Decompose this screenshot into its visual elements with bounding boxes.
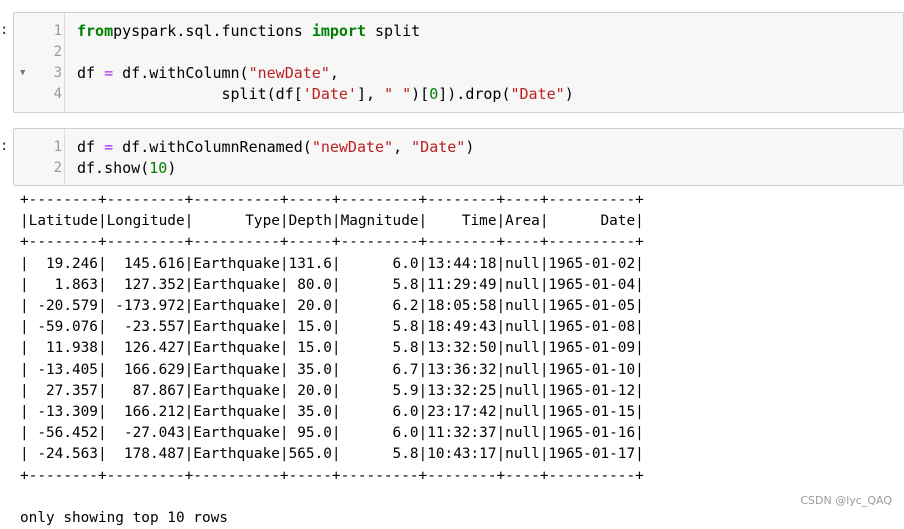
- code-token: "Date": [510, 85, 565, 103]
- line-number: 4: [53, 86, 62, 102]
- code-token: =: [104, 138, 114, 156]
- show-output-table: +--------+---------+----------+-----+---…: [20, 192, 644, 527]
- code-token: ]).drop(: [438, 85, 511, 103]
- code-token: "newDate": [248, 64, 330, 82]
- cell-2-prompt: :: [0, 138, 9, 154]
- code-token: 10: [149, 159, 168, 177]
- fold-toggle-icon[interactable]: ▼: [20, 63, 25, 84]
- code-cell-2[interactable]: 1 df = df.withColumnRenamed("newDate", "D…: [13, 128, 904, 186]
- code-line[interactable]: df = df.withColumn("newDate",: [77, 63, 339, 84]
- line-number: 1: [53, 139, 62, 155]
- code-token: ): [564, 85, 574, 103]
- code-token: )[: [411, 85, 430, 103]
- code-line[interactable]: split(df['Date'], " ")[0]).drop("Date"): [77, 84, 574, 105]
- code-token: ): [167, 159, 177, 177]
- code-token: df.withColumnRenamed(: [113, 138, 312, 156]
- code-line[interactable]: df.show(10): [77, 158, 176, 179]
- code-token: =: [104, 64, 114, 82]
- code-line[interactable]: frompyspark.sql.functions import split: [77, 21, 420, 42]
- code-token: ],: [356, 85, 385, 103]
- code-line[interactable]: df = df.withColumnRenamed("newDate", "Da…: [77, 137, 474, 158]
- code-token: " ": [384, 85, 412, 103]
- code-token: ): [465, 138, 475, 156]
- code-token: split: [366, 22, 421, 40]
- code-token: "newDate": [311, 138, 394, 156]
- line-number: 2: [53, 44, 62, 60]
- code-cell-1[interactable]: 1 frompyspark.sql.functions import split 2…: [13, 12, 904, 113]
- code-token: df: [77, 64, 105, 82]
- code-token: df.show(: [77, 159, 150, 177]
- line-number: 2: [53, 160, 62, 176]
- code-token: from: [77, 22, 114, 40]
- code-token: split(df[: [77, 85, 303, 103]
- code-token: ,: [329, 64, 339, 82]
- code-token: df.withColumn(: [113, 64, 249, 82]
- line-number: 1: [53, 23, 62, 39]
- cell-1-prompt: :: [0, 22, 9, 38]
- code-token: pyspark.sql.functions: [113, 22, 312, 40]
- code-token: 'Date': [302, 85, 357, 103]
- watermark: CSDN @lyc_QAQ: [800, 494, 892, 507]
- code-token: import: [311, 22, 366, 40]
- code-token: "Date": [411, 138, 466, 156]
- code-token: ,: [393, 138, 412, 156]
- code-token: df: [77, 138, 105, 156]
- code-token: 0: [429, 85, 439, 103]
